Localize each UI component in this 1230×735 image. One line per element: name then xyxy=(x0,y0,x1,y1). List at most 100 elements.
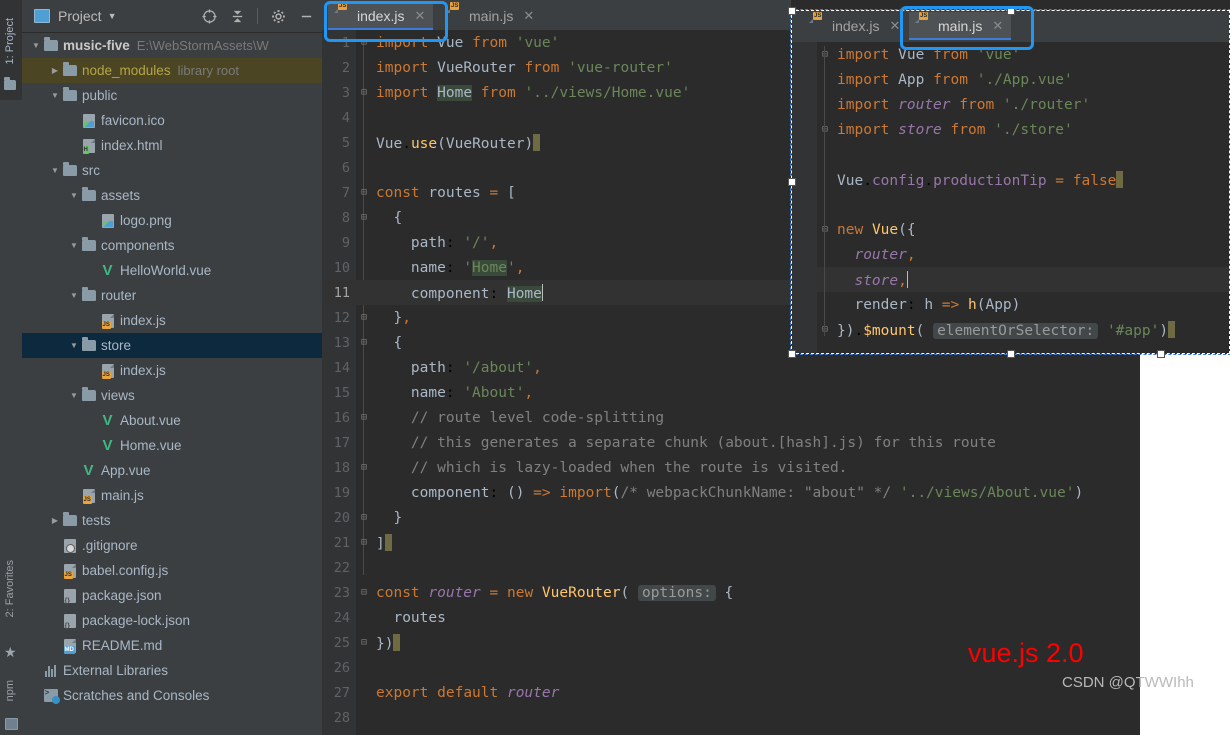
tree-item-assets[interactable]: ▼ assets xyxy=(22,183,322,208)
fold-toggle-icon[interactable]: ⊟ xyxy=(356,537,372,548)
editor-tab-index-js[interactable]: JS index.js ✕ xyxy=(328,2,434,30)
fold-toggle-icon[interactable]: ⊟ xyxy=(356,337,372,348)
editor-tab-main-js[interactable]: JS main.js ✕ xyxy=(909,12,1012,40)
close-icon[interactable]: ✕ xyxy=(889,18,900,34)
tree-item-favicon-ico[interactable]: favicon.ico xyxy=(22,108,322,133)
code-line[interactable]: 28 xyxy=(322,705,1230,730)
close-icon[interactable]: ✕ xyxy=(414,8,425,24)
fold-toggle-icon[interactable]: ⊟ xyxy=(356,587,372,598)
editor-tab-index-js[interactable]: JS index.js ✕ xyxy=(803,12,908,40)
code-line[interactable]: 23 ⊟ const router = new VueRouter( options… xyxy=(322,580,1230,605)
tree-item-about-vue[interactable]: V About.vue xyxy=(22,408,322,433)
code-line[interactable]: 20 ⊟ } xyxy=(322,505,1230,530)
tree-item-node-modules[interactable]: ▶ node_modules library root xyxy=(22,58,322,83)
fold-toggle-icon[interactable]: ⊟ xyxy=(356,637,372,648)
project-file-tree[interactable]: ▼ music-five E:\WebStormAssets\W ▶ node_modu… xyxy=(22,33,322,735)
chevron-down-icon[interactable]: ▼ xyxy=(49,83,61,108)
chevron-down-icon[interactable]: ▼ xyxy=(49,158,61,183)
editor-tab-main-js[interactable]: JS main.js ✕ xyxy=(440,2,542,30)
overlay-code-line[interactable]: 5 xyxy=(791,142,1230,167)
hide-panel-icon[interactable] xyxy=(298,8,314,24)
tree-item-logo-png[interactable]: logo.png xyxy=(22,208,322,233)
code-line[interactable]: 24 routes xyxy=(322,605,1230,630)
tree-item-package-lock-json[interactable]: package-lock.json xyxy=(22,608,322,633)
tree-item-gitignore[interactable]: .gitignore xyxy=(22,533,322,558)
tree-item-index-js[interactable]: JS index.js xyxy=(22,308,322,333)
tree-item-index-js[interactable]: JS index.js xyxy=(22,358,322,383)
tree-item-external-libraries[interactable]: External Libraries xyxy=(22,658,322,683)
fold-toggle-icon[interactable]: ⊟ xyxy=(356,187,372,198)
fold-toggle-icon[interactable]: ⊟ xyxy=(356,37,372,48)
tree-item-main-js[interactable]: JS main.js xyxy=(22,483,322,508)
fold-toggle-icon[interactable]: ⊟ xyxy=(356,212,372,223)
tree-item-components[interactable]: ▼ components xyxy=(22,233,322,258)
tree-item-music-five[interactable]: ▼ music-five E:\WebStormAssets\W xyxy=(22,33,322,58)
tree-item-tests[interactable]: ▶ tests xyxy=(22,508,322,533)
collapse-all-icon[interactable] xyxy=(229,8,245,24)
overlay-code-line[interactable]: 7 xyxy=(791,192,1230,217)
close-icon[interactable]: ✕ xyxy=(992,18,1003,34)
code-line[interactable]: 22 xyxy=(322,555,1230,580)
selection-handle-bottom-left[interactable] xyxy=(788,350,796,358)
code-line[interactable]: 16 ⊟ // route level code-splitting xyxy=(322,405,1230,430)
code-line[interactable]: 17 // this generates a separate chunk (a… xyxy=(322,430,1230,455)
fold-toggle-icon[interactable]: ⊟ xyxy=(817,224,833,235)
fold-toggle-icon[interactable]: ⊟ xyxy=(356,512,372,523)
chevron-down-icon[interactable]: ▼ xyxy=(68,183,80,208)
tree-item-helloworld-vue[interactable]: V HelloWorld.vue xyxy=(22,258,322,283)
code-line[interactable]: 18 ⊟ // which is lazy-loaded when the rou… xyxy=(322,455,1230,480)
chevron-down-icon[interactable]: ▼ xyxy=(30,33,42,58)
tree-item-scratches-and-consoles[interactable]: Scratches and Consoles xyxy=(22,683,322,708)
chevron-right-icon[interactable]: ▶ xyxy=(49,508,61,533)
tool-window-button-npm[interactable]: npm xyxy=(4,680,16,701)
selection-handle-middle-left[interactable] xyxy=(788,178,796,186)
overlay-code-line[interactable]: 1⊟import Vue from 'vue' xyxy=(791,42,1230,67)
overlay-code-line[interactable]: 9 router, xyxy=(791,242,1230,267)
overlay-code-line[interactable]: 2import App from './App.vue' xyxy=(791,67,1230,92)
tree-item-store[interactable]: ▼ store xyxy=(22,333,322,358)
chevron-right-icon[interactable]: ▶ xyxy=(49,58,61,83)
selection-handle-top-left[interactable] xyxy=(788,7,796,15)
fold-toggle-icon[interactable]: ⊟ xyxy=(817,49,833,60)
tree-item-public[interactable]: ▼ public xyxy=(22,83,322,108)
tree-item-readme-md[interactable]: MD README.md xyxy=(22,633,322,658)
code-line[interactable]: 21 ⊟] xyxy=(322,530,1230,555)
overlay-code-line[interactable]: 3import router from './router' xyxy=(791,92,1230,117)
chevron-down-icon[interactable]: ▼ xyxy=(108,11,117,21)
overlay-code-line[interactable]: 10 store, xyxy=(791,267,1230,292)
overlay-code-line[interactable]: 6Vue.config.productionTip = false xyxy=(791,167,1230,192)
overlay-code-line[interactable]: 8⊟new Vue({ xyxy=(791,217,1230,242)
fold-toggle-icon[interactable]: ⊟ xyxy=(817,124,833,135)
code-line[interactable]: 25 ⊟}) xyxy=(322,630,1230,655)
code-line[interactable]: 19 component: () => import(/* webpackChu… xyxy=(322,480,1230,505)
tool-window-button-favorites[interactable]: 2: Favorites xyxy=(4,560,16,617)
overlay-code-line[interactable]: 4⊟import store from './store' xyxy=(791,117,1230,142)
selection-handle-bottom-right[interactable] xyxy=(1157,350,1165,358)
tree-item-app-vue[interactable]: V App.vue xyxy=(22,458,322,483)
close-icon[interactable]: ✕ xyxy=(523,8,534,24)
fold-toggle-icon[interactable]: ⊟ xyxy=(356,87,372,98)
overlay-source-lines[interactable]: 1⊟import Vue from 'vue'2import App from … xyxy=(791,42,1230,342)
tree-item-package-json[interactable]: package.json xyxy=(22,583,322,608)
overlay-code-pane[interactable]: 1⊟import Vue from 'vue'2import App from … xyxy=(791,42,1230,354)
fold-toggle-icon[interactable]: ⊟ xyxy=(817,324,833,335)
code-line[interactable]: 15 name: 'About', xyxy=(322,380,1230,405)
tree-item-babel-config-js[interactable]: JS babel.config.js xyxy=(22,558,322,583)
tree-item-router[interactable]: ▼ router xyxy=(22,283,322,308)
selection-handle-top-center[interactable] xyxy=(1007,7,1015,15)
overlay-code-line[interactable]: 12⊟}).$mount( elementOrSelector: '#app') xyxy=(791,317,1230,342)
tree-item-index-html[interactable]: Hindex.html xyxy=(22,133,322,158)
chevron-down-icon[interactable]: ▼ xyxy=(68,333,80,358)
chevron-down-icon[interactable]: ▼ xyxy=(68,233,80,258)
overlay-gutter[interactable] xyxy=(791,42,817,354)
fold-toggle-icon[interactable]: ⊟ xyxy=(356,312,372,323)
tree-item-home-vue[interactable]: V Home.vue xyxy=(22,433,322,458)
tree-item-src[interactable]: ▼ src xyxy=(22,158,322,183)
code-line[interactable]: 14 path: '/about', xyxy=(322,355,1230,380)
selection-handle-bottom-center[interactable] xyxy=(1007,350,1015,358)
fold-toggle-icon[interactable]: ⊟ xyxy=(356,462,372,473)
chevron-down-icon[interactable]: ▼ xyxy=(68,283,80,308)
locate-icon[interactable] xyxy=(201,8,217,24)
chevron-down-icon[interactable]: ▼ xyxy=(68,383,80,408)
tree-item-views[interactable]: ▼ views xyxy=(22,383,322,408)
